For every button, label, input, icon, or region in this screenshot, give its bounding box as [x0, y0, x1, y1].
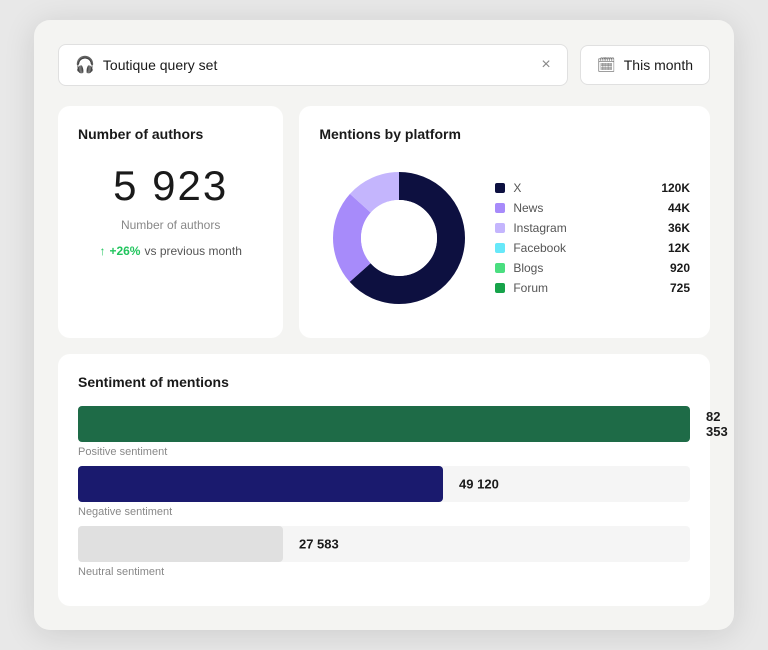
legend-item: X 120K	[495, 181, 690, 195]
legend-dot	[495, 203, 505, 213]
main-window: 🎧 Toutique query set × 🗓 This month Numb…	[34, 20, 734, 630]
donut-chart	[319, 158, 479, 318]
bar-fill	[78, 526, 283, 562]
headphones-icon: 🎧	[75, 55, 95, 75]
sentiment-bars: 82 353 Positive sentiment 49 120 Negativ…	[78, 406, 690, 578]
date-filter[interactable]: 🗓 This month	[580, 45, 710, 85]
bar-fill	[78, 406, 690, 442]
legend-label: X	[513, 181, 653, 195]
authors-card: Number of authors 5 923 Number of author…	[58, 106, 283, 338]
bar-label: Negative sentiment	[78, 506, 690, 518]
authors-card-title: Number of authors	[78, 126, 263, 142]
legend: X 120K News 44K Instagram 36K Facebook 1…	[495, 181, 690, 295]
mentions-content: X 120K News 44K Instagram 36K Facebook 1…	[319, 158, 690, 318]
legend-dot	[495, 263, 505, 273]
legend-dot	[495, 243, 505, 253]
bar-label: Positive sentiment	[78, 446, 690, 458]
bar-label: Neutral sentiment	[78, 566, 690, 578]
mentions-card: Mentions by platform	[299, 106, 710, 338]
legend-label: Facebook	[513, 241, 660, 255]
authors-sublabel: Number of authors	[78, 218, 263, 232]
bar-value: 82 353	[698, 409, 706, 439]
growth-arrow: ↑	[99, 244, 105, 258]
legend-value: 120K	[661, 181, 690, 195]
legend-item: Forum 725	[495, 281, 690, 295]
calendar-icon: 🗓	[597, 56, 616, 74]
sentiment-title: Sentiment of mentions	[78, 374, 690, 390]
legend-value: 920	[670, 261, 690, 275]
close-button[interactable]: ×	[541, 56, 550, 74]
bar-row: 82 353 Positive sentiment	[78, 406, 690, 458]
date-label: This month	[624, 57, 693, 73]
query-label: Toutique query set	[103, 57, 217, 73]
legend-value: 725	[670, 281, 690, 295]
authors-growth: ↑ +26% vs previous month	[78, 244, 263, 258]
bar-row: 27 583 Neutral sentiment	[78, 526, 690, 578]
legend-label: News	[513, 201, 660, 215]
legend-label: Blogs	[513, 261, 662, 275]
bar-row: 49 120 Negative sentiment	[78, 466, 690, 518]
sentiment-card: Sentiment of mentions 82 353 Positive se…	[58, 354, 710, 606]
legend-label: Instagram	[513, 221, 660, 235]
growth-suffix: vs previous month	[144, 244, 241, 258]
legend-item: News 44K	[495, 201, 690, 215]
legend-label: Forum	[513, 281, 662, 295]
legend-value: 12K	[668, 241, 690, 255]
bar-value: 49 120	[451, 477, 702, 492]
legend-value: 44K	[668, 201, 690, 215]
top-bar: 🎧 Toutique query set × 🗓 This month	[58, 44, 710, 86]
bar-value: 27 583	[291, 537, 710, 552]
legend-item: Blogs 920	[495, 261, 690, 275]
legend-item: Instagram 36K	[495, 221, 690, 235]
mentions-card-title: Mentions by platform	[319, 126, 690, 142]
query-pill[interactable]: 🎧 Toutique query set ×	[58, 44, 568, 86]
legend-dot	[495, 283, 505, 293]
cards-row: Number of authors 5 923 Number of author…	[58, 106, 710, 338]
bar-fill	[78, 466, 443, 502]
legend-dot	[495, 183, 505, 193]
legend-item: Facebook 12K	[495, 241, 690, 255]
authors-number: 5 923	[78, 162, 263, 210]
legend-dot	[495, 223, 505, 233]
growth-value: +26%	[109, 244, 140, 258]
legend-value: 36K	[668, 221, 690, 235]
